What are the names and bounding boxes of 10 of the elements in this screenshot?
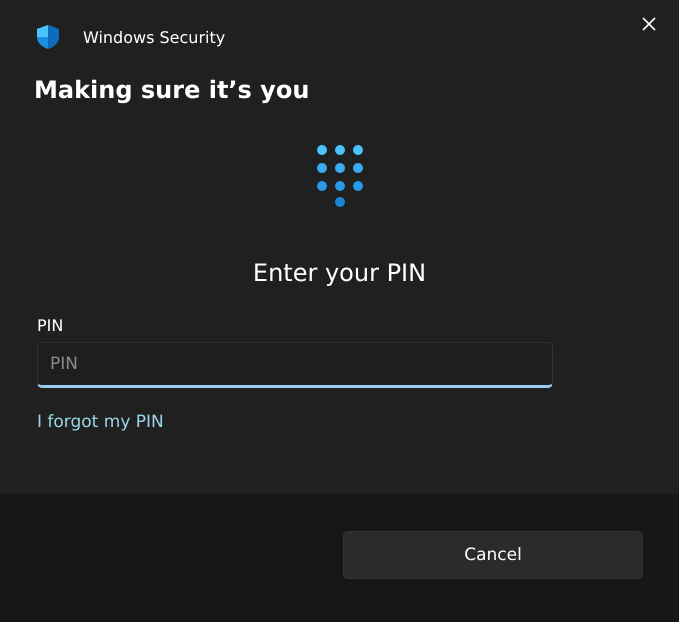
field-label: PIN <box>37 316 64 336</box>
forgot-pin-link[interactable]: I forgot my PIN <box>37 412 164 432</box>
prompt-text: Enter your PIN <box>252 258 428 288</box>
window-title: Windows Security <box>83 28 226 46</box>
dialog-heading: Making sure it’s you <box>34 75 310 106</box>
cancel-button[interactable]: Cancel <box>343 531 643 579</box>
close-icon[interactable] <box>642 17 656 31</box>
pin-keypad-icon <box>316 144 364 208</box>
pin-input-field[interactable]: PIN <box>37 342 553 388</box>
shield-icon <box>36 24 60 50</box>
